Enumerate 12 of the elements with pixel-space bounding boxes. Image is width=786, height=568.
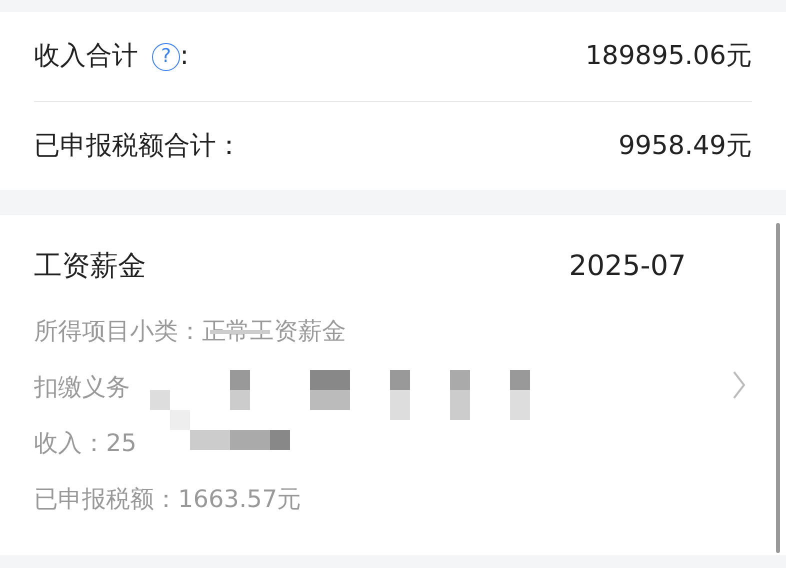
summary-value: 189895.06元	[585, 40, 752, 73]
help-icon[interactable]: ?	[152, 42, 180, 70]
record-period: 2025-07	[569, 248, 686, 284]
chevron-right-icon[interactable]	[732, 370, 746, 400]
summary-label: 收入合计	[34, 40, 138, 73]
summary-label: 已申报税额合计：	[34, 130, 242, 162]
colon-text: :	[180, 40, 189, 73]
record-detail: 收入：25	[34, 429, 137, 457]
record-detail: 扣缴义务	[34, 373, 130, 401]
record-title: 工资薪金	[34, 248, 146, 284]
record-detail: 已申报税额：1663.57元	[34, 485, 302, 513]
summary-value: 9958.49元	[618, 130, 752, 162]
